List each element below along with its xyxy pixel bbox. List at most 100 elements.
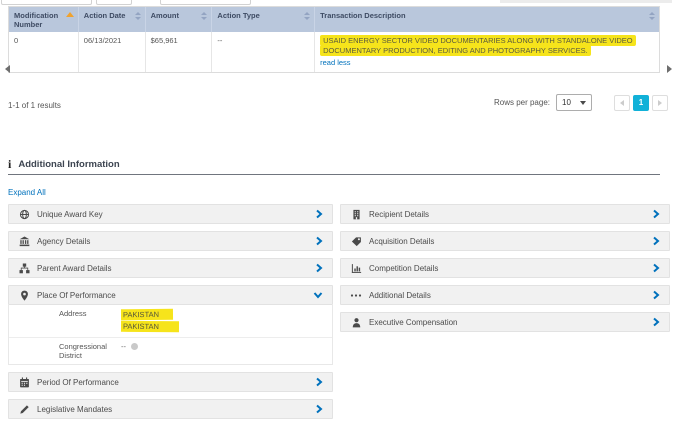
panel-legislative-mandates[interactable]: Legislative Mandates [8,399,333,419]
chevron-right-icon [315,404,323,414]
congressional-district-value: -- [121,342,138,351]
panel-acquisition-details[interactable]: Acquisition Details [340,231,670,251]
sort-asc-icon[interactable] [66,12,74,17]
detail-label: Congressional District [9,342,121,360]
highlighted-address-line: PAKISTAN [121,309,173,321]
chevron-down-icon [580,101,586,105]
column-label: Transaction Description [320,11,405,20]
chevron-right-icon [652,290,660,300]
chevron-right-icon [658,100,662,106]
detail-row-congressional-district: Congressional District -- [9,338,332,364]
panel-parent-award-details[interactable]: Parent Award Details [8,258,333,278]
location-pin-icon [18,290,30,301]
cutoff-tab[interactable] [1,0,92,5]
bar-chart-icon [350,263,362,274]
sort-icon[interactable] [201,12,207,20]
accordion-column-right: Recipient Details Acquisition Details [340,204,670,339]
chevron-right-icon [315,377,323,387]
table-header-row: Modification Number Action Date Amount A… [9,7,659,32]
cutoff-tab[interactable] [96,0,132,5]
panel-executive-compensation[interactable]: Executive Compensation [340,312,670,332]
section-divider [8,174,660,175]
panel-competition-details[interactable]: Competition Details [340,258,670,278]
panel-unique-award-key[interactable]: Unique Award Key [8,204,333,224]
panel-label: Additional Details [369,291,431,300]
rows-per-page-label: Rows per page: [494,98,550,107]
sitemap-icon [18,263,30,274]
place-of-performance-details: Address PAKISTAN PAKISTAN Congressional … [8,305,333,365]
transactions-table: Modification Number Action Date Amount A… [8,6,660,73]
rows-per-page-value: 10 [562,98,571,107]
column-label: Action Type [217,11,259,20]
panel-label: Agency Details [37,237,90,246]
chevron-right-icon [652,209,660,219]
sort-icon[interactable] [649,12,655,20]
additional-information-header: i Additional Information [8,158,120,170]
panel-agency-details[interactable]: Agency Details [8,231,333,251]
value-text: -- [121,342,126,351]
panel-label: Competition Details [369,264,438,273]
accordion-column-left: Unique Award Key Agency Details [8,204,333,426]
column-header-action-date[interactable]: Action Date [79,7,146,32]
info-icon: i [8,158,11,170]
person-icon [350,317,362,328]
pagination-bar: Rows per page: 10 1 [494,94,668,111]
panel-recipient-details[interactable]: Recipient Details [340,204,670,224]
cell-modification-number: 0 [9,32,79,72]
cutoff-tab[interactable] [160,0,251,5]
cell-transaction-description: USAID ENERGY SECTOR VIDEO DOCUMENTARIES … [315,32,659,72]
expand-all-link[interactable]: Expand All [8,188,46,197]
sort-icon[interactable] [135,12,141,20]
column-label: Amount [151,11,179,20]
section-title: Additional Information [18,159,119,170]
pager: 1 [614,95,668,111]
highlighted-description-text: USAID ENERGY SECTOR VIDEO DOCUMENTARIES … [320,35,636,56]
highlighted-address-line: PAKISTAN [121,321,179,332]
panel-label: Place Of Performance [37,291,116,300]
award-transactions-page: Modification Number Action Date Amount A… [0,0,680,429]
cell-amount: $65,961 [146,32,213,72]
results-summary: 1-1 of 1 results [8,101,61,110]
pencil-icon [18,404,30,415]
panel-label: Legislative Mandates [37,405,112,414]
chevron-right-icon [315,209,323,219]
previous-page-button[interactable] [614,95,630,111]
scroll-left-arrow-icon[interactable] [5,65,10,73]
address-value: PAKISTAN PAKISTAN [121,309,179,333]
building-icon [350,209,362,220]
column-header-action-type[interactable]: Action Type [212,7,315,32]
panel-label: Acquisition Details [369,237,434,246]
panel-period-of-performance[interactable]: Period Of Performance [8,372,333,392]
tag-icon [350,236,362,247]
chevron-down-icon [313,291,323,299]
chevron-right-icon [652,263,660,273]
detail-label: Address [9,309,121,318]
chevron-right-icon [315,236,323,246]
panel-label: Period Of Performance [37,378,119,387]
column-label: Action Date [84,11,126,20]
column-header-amount[interactable]: Amount [146,7,213,32]
page-1-button[interactable]: 1 [633,95,649,111]
globe-icon [18,209,30,220]
panel-label: Parent Award Details [37,264,112,273]
chevron-right-icon [315,263,323,273]
cutoff-scroll-track [500,0,672,3]
column-label: Modification Number [14,11,66,29]
chevron-right-icon [652,317,660,327]
sort-icon[interactable] [304,12,310,20]
scroll-right-arrow-icon[interactable] [667,65,672,73]
detail-row-address: Address PAKISTAN PAKISTAN [9,305,332,338]
bank-icon [18,236,30,247]
panel-label: Recipient Details [369,210,429,219]
panel-additional-details[interactable]: Additional Details [340,285,670,305]
column-header-modification-number[interactable]: Modification Number [9,7,79,32]
next-page-button[interactable] [652,95,668,111]
cell-action-type: -- [212,32,315,72]
cell-action-date: 06/13/2021 [79,32,146,72]
column-header-transaction-description[interactable]: Transaction Description [315,7,659,32]
table-row: 0 06/13/2021 $65,961 -- USAID ENERGY SEC… [9,32,659,72]
rows-per-page-select[interactable]: 10 [556,94,592,111]
info-circle-icon[interactable] [131,343,138,350]
panel-place-of-performance[interactable]: Place Of Performance [8,285,333,305]
read-less-link[interactable]: read less [320,58,350,68]
